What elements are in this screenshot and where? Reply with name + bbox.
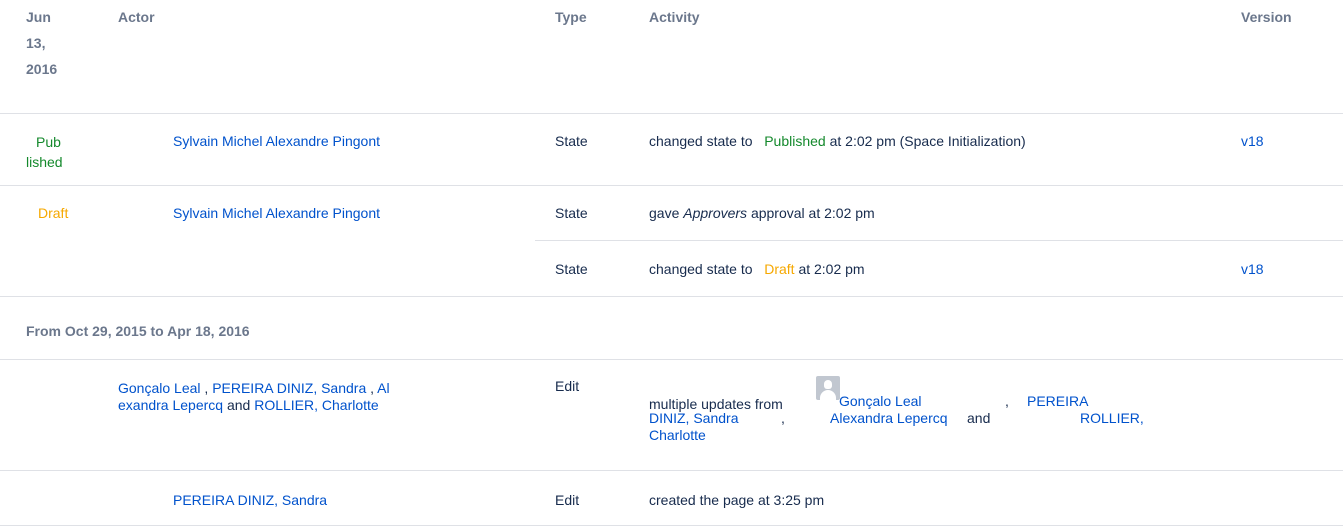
conjunction: and xyxy=(967,410,991,426)
date-header-day: 13, xyxy=(26,35,46,51)
activity-state-published: Published xyxy=(764,133,826,149)
type-column-header: Type xyxy=(555,9,587,25)
date-header-month: Jun xyxy=(26,9,51,25)
actor-link-goncalo[interactable]: Gonçalo Leal xyxy=(118,380,201,396)
divider xyxy=(0,296,1343,297)
conjunction: and xyxy=(226,397,251,413)
actor-link-sandra[interactable]: PEREIRA DINIZ, Sandra xyxy=(173,492,327,509)
user-link-alexandra[interactable]: Alexandra Lepercq xyxy=(830,410,948,427)
date-header: Jun 13, 2016 xyxy=(26,4,57,82)
actor-link-alexandra-part2[interactable]: exandra Lepercq xyxy=(118,397,223,413)
user-link-sandra-part2[interactable]: DINIZ, Sandra xyxy=(649,410,738,427)
actor-link-sandra[interactable]: PEREIRA DINIZ, Sandra xyxy=(212,380,366,396)
activity-column-header: Activity xyxy=(649,9,700,25)
user-link-charlotte-part1[interactable]: ROLLIER, xyxy=(1080,410,1144,427)
activity-text: created the page at 3:25 pm xyxy=(649,492,825,508)
actor-column-header: Actor xyxy=(118,9,155,25)
divider xyxy=(0,185,1343,186)
type-label: State xyxy=(555,133,588,149)
divider xyxy=(0,525,1343,526)
separator: , xyxy=(370,380,375,396)
user-link-charlotte-part2[interactable]: Charlotte xyxy=(649,427,706,443)
version-link[interactable]: v18 xyxy=(1241,261,1264,278)
type-label: State xyxy=(555,261,588,277)
actors-cell: Gonçalo Leal , PEREIRA DINIZ, Sandra , A… xyxy=(118,380,518,414)
separator: , xyxy=(1005,393,1009,409)
user-link-sandra-part1[interactable]: PEREIRA xyxy=(1027,393,1088,410)
divider xyxy=(0,470,1343,471)
version-column-header: Version xyxy=(1241,9,1292,25)
activity-text: gave Approvers approval at 2:02 pm xyxy=(649,205,875,222)
activity-group: Approvers xyxy=(683,205,748,221)
activity-state-draft: Draft xyxy=(764,261,795,277)
status-line-1: Pub xyxy=(36,134,61,150)
actor-link-charlotte[interactable]: ROLLIER, Charlotte xyxy=(254,397,379,413)
divider xyxy=(535,240,1343,241)
activity-prefix: gave xyxy=(649,205,680,221)
activity-prefix: changed state to xyxy=(649,261,753,277)
actor-link[interactable]: Sylvain Michel Alexandre Pingont xyxy=(173,205,380,222)
version-link[interactable]: v18 xyxy=(1241,133,1264,150)
status-badge-draft: Draft xyxy=(38,205,69,221)
activity-suffix: at 2:02 pm xyxy=(798,261,865,277)
status-line-2: lished xyxy=(26,154,63,170)
activity-suffix: approval at 2:02 pm xyxy=(750,205,875,221)
type-label: State xyxy=(555,205,588,221)
activity-prefix: changed state to xyxy=(649,133,753,149)
avatar-placeholder-icon xyxy=(816,376,840,400)
date-header-year: 2016 xyxy=(26,61,58,77)
divider xyxy=(0,359,1343,360)
activity-suffix: at 2:02 pm (Space Initialization) xyxy=(829,133,1026,149)
user-link-goncalo[interactable]: Gonçalo Leal xyxy=(839,393,922,410)
activity-text: changed state to Draft at 2:02 pm xyxy=(649,261,865,278)
activity-text: multiple updates from Gonçalo Leal , PER… xyxy=(649,376,1209,444)
date-range-label: From Oct 29, 2015 to Apr 18, 2016 xyxy=(26,323,250,339)
type-label: Edit xyxy=(555,492,580,508)
type-label: Edit xyxy=(555,378,580,394)
separator: , xyxy=(204,380,209,396)
status-badge-published: Pub lished xyxy=(26,132,63,172)
activity-text: changed state to Published at 2:02 pm (S… xyxy=(649,133,1026,150)
actor-link-alexandra-part1[interactable]: Al xyxy=(377,380,389,396)
divider xyxy=(0,113,1343,114)
separator: , xyxy=(781,410,785,426)
actor-link[interactable]: Sylvain Michel Alexandre Pingont xyxy=(173,133,380,150)
